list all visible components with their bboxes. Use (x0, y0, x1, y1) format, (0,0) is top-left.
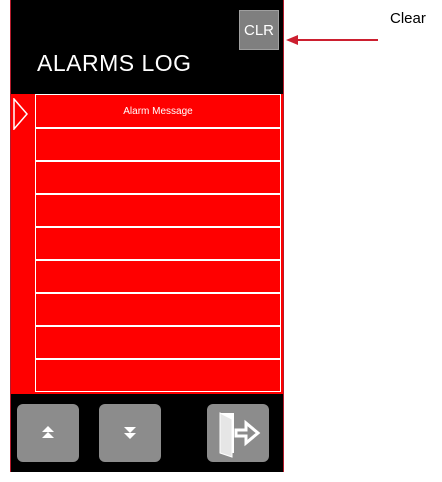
double-chevron-up-icon (42, 426, 54, 438)
alarm-table: Alarm Message (35, 94, 281, 392)
clear-button[interactable]: CLR (239, 10, 279, 50)
table-row[interactable] (36, 261, 280, 294)
exit-door-icon (219, 412, 261, 458)
callout-label: Clear (390, 10, 426, 27)
hmi-panel: ALARMS LOG CLR Alarm Message (10, 0, 284, 472)
table-row[interactable] (36, 327, 280, 360)
table-row[interactable] (36, 162, 280, 195)
table-row[interactable] (36, 360, 280, 393)
row-pointer-icon (13, 98, 28, 130)
table-row[interactable] (36, 195, 280, 228)
header: ALARMS LOG CLR (11, 0, 283, 90)
callout-arrow (286, 35, 378, 45)
alarm-list: Alarm Message (11, 94, 283, 394)
table-header: Alarm Message (36, 95, 280, 129)
page-title: ALARMS LOG (37, 50, 192, 76)
scroll-down-button[interactable] (99, 404, 161, 462)
table-row[interactable] (36, 294, 280, 327)
table-row[interactable] (36, 228, 280, 261)
double-chevron-down-icon (124, 427, 136, 439)
scroll-up-button[interactable] (17, 404, 79, 462)
row-selector[interactable] (11, 94, 35, 394)
table-row[interactable] (36, 129, 280, 162)
exit-button[interactable] (207, 404, 269, 462)
